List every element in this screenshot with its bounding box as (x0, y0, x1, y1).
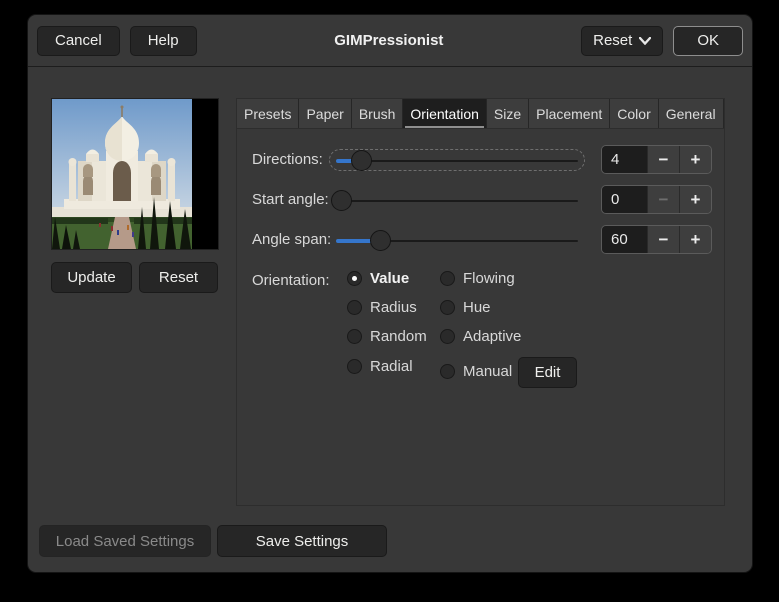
radio-radius-indicator (347, 300, 362, 315)
radio-manual[interactable]: Manual (440, 363, 512, 380)
directions-spinbutton: − + (601, 145, 712, 174)
radio-hue-indicator (440, 300, 455, 315)
radio-value[interactable]: Value (347, 270, 409, 287)
radio-hue[interactable]: Hue (440, 299, 491, 316)
reset-dropdown-button[interactable]: Reset (581, 25, 664, 56)
start-angle-plus-button[interactable]: + (679, 186, 711, 213)
slider-handle[interactable] (331, 190, 352, 211)
radio-radius[interactable]: Radius (347, 299, 417, 316)
slider-handle[interactable] (351, 150, 372, 171)
directions-slider[interactable] (329, 149, 585, 171)
angle-span-value-input[interactable] (602, 226, 647, 253)
radio-radial[interactable]: Radial (347, 358, 413, 375)
angle-span-minus-button[interactable]: − (647, 226, 679, 253)
directions-minus-button[interactable]: − (647, 146, 679, 173)
screen: Cancel Help GIMPressionist Reset OK Upda… (0, 0, 779, 602)
ok-button[interactable]: OK (673, 25, 743, 56)
radio-random[interactable]: Random (347, 328, 427, 345)
radio-manual-indicator (440, 364, 455, 379)
reset-preview-button[interactable]: Reset (139, 262, 218, 293)
directions-plus-button[interactable]: + (679, 146, 711, 173)
slider-handle[interactable] (370, 230, 391, 251)
radio-random-indicator (347, 329, 362, 344)
update-preview-button[interactable]: Update (51, 262, 132, 293)
start-angle-value-input[interactable] (602, 186, 647, 213)
tab-strip: Presets Paper Brush Orientation Size Pla… (237, 99, 724, 129)
angle-span-spinbutton: − + (601, 225, 712, 254)
slider-track[interactable] (336, 200, 578, 202)
start-angle-minus-button[interactable]: − (647, 186, 679, 213)
edit-button[interactable]: Edit (518, 357, 577, 388)
preview-image (52, 99, 192, 249)
angle-span-label: Angle span: (252, 231, 332, 248)
directions-value-input[interactable] (602, 146, 647, 173)
tab-placement[interactable]: Placement (529, 99, 611, 128)
load-saved-settings-button[interactable]: Load Saved Settings (39, 525, 211, 557)
tab-brush[interactable]: Brush (351, 99, 404, 128)
dialog-title: GIMPressionist (334, 32, 444, 49)
directions-label: Directions: (252, 151, 323, 168)
tab-size[interactable]: Size (486, 99, 530, 128)
save-settings-button[interactable]: Save Settings (217, 525, 387, 557)
orientation-label: Orientation: (252, 272, 330, 289)
slider-track[interactable] (336, 160, 578, 162)
tab-presets[interactable]: Presets (237, 99, 300, 128)
radio-flowing-indicator (440, 271, 455, 286)
radio-adaptive[interactable]: Adaptive (440, 328, 521, 345)
radio-value-indicator (347, 271, 362, 286)
angle-span-plus-button[interactable]: + (679, 226, 711, 253)
reset-dropdown-label: Reset (593, 32, 633, 49)
tab-general[interactable]: General (658, 99, 724, 128)
start-angle-spinbutton: − + (601, 185, 712, 214)
help-button[interactable]: Help (129, 25, 197, 56)
radio-adaptive-indicator (440, 329, 455, 344)
start-angle-label: Start angle: (252, 191, 329, 208)
tab-color[interactable]: Color (610, 99, 659, 128)
tab-orientation[interactable]: Orientation (403, 99, 487, 128)
gimpressionist-dialog: Cancel Help GIMPressionist Reset OK Upda… (27, 14, 753, 573)
settings-notebook: Presets Paper Brush Orientation Size Pla… (236, 98, 725, 506)
chevron-down-icon (639, 36, 652, 45)
radio-flowing[interactable]: Flowing (440, 270, 515, 287)
angle-span-slider[interactable] (329, 229, 585, 251)
preview-frame (51, 98, 219, 250)
tab-paper[interactable]: Paper (299, 99, 352, 128)
radio-radial-indicator (347, 359, 362, 374)
start-angle-slider[interactable] (329, 189, 585, 211)
header-bar: Cancel Help GIMPressionist Reset OK (28, 15, 752, 67)
cancel-button[interactable]: Cancel (37, 25, 120, 56)
